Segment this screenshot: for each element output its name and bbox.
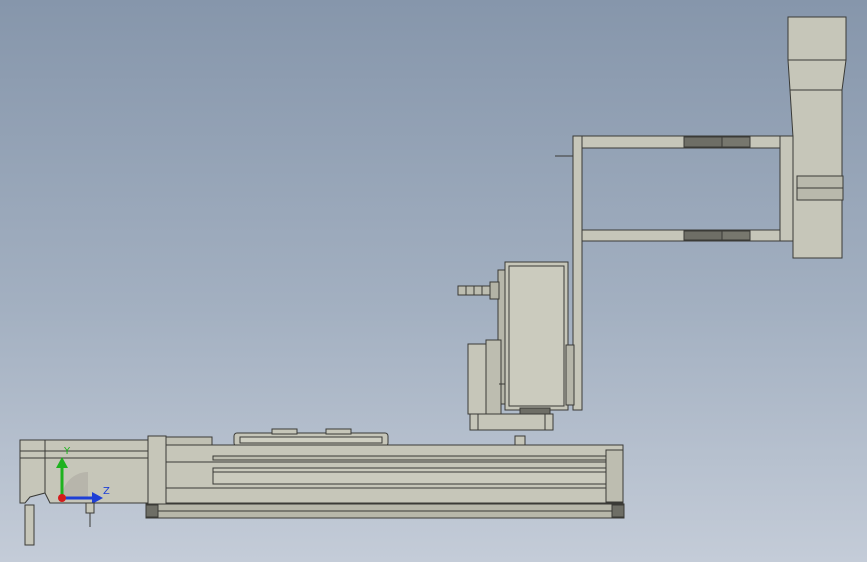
side-motor[interactable] bbox=[467, 339, 505, 415]
vertical-motor-housing[interactable] bbox=[497, 261, 575, 415]
cad-graphics-viewport[interactable]: Y Z bbox=[0, 0, 867, 562]
carriage-base[interactable] bbox=[469, 413, 554, 431]
y-axis-label: Y bbox=[63, 446, 71, 457]
assembly-drawing: Y Z bbox=[19, 16, 847, 546]
slider-block[interactable] bbox=[233, 428, 389, 447]
z-axis-label: Z bbox=[103, 486, 110, 497]
x-axis-dot bbox=[58, 494, 66, 502]
end-pin-left[interactable] bbox=[24, 504, 35, 546]
bracket-frame[interactable] bbox=[555, 135, 794, 411]
upper-mount-column[interactable] bbox=[787, 16, 847, 259]
end-plate-left[interactable] bbox=[147, 435, 167, 505]
linear-rail-body[interactable] bbox=[162, 444, 624, 504]
motor-shaft[interactable] bbox=[457, 281, 500, 300]
rail-base-plate[interactable] bbox=[145, 503, 625, 519]
